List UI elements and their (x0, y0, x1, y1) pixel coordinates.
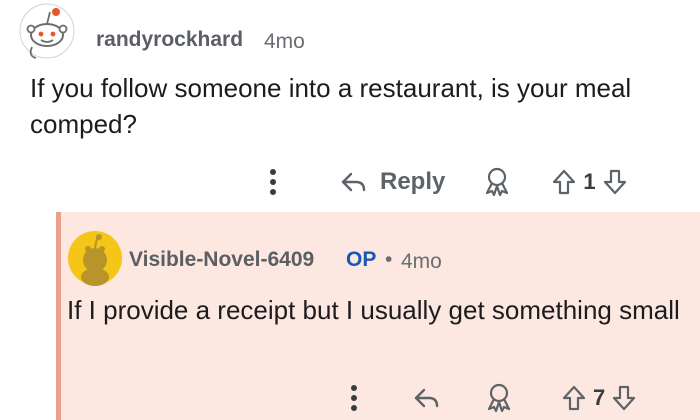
vote-score: 1 (583, 169, 596, 194)
comment-body: If I provide a receipt but I usually get… (67, 295, 680, 325)
comment-timestamp: 4mo (401, 250, 442, 273)
upvote-arrow-icon[interactable] (551, 168, 577, 196)
comment-body: If you follow someone into a restaurant,… (30, 73, 632, 139)
vote-controls: 7 (561, 384, 637, 412)
vote-score: 7 (593, 385, 606, 410)
comment-reply: Visible-Novel-6409 OP • 4mo If I provide… (56, 212, 700, 420)
comment-action-bar: Reply 1 (268, 160, 628, 204)
comment-timestamp: 4mo (264, 30, 305, 53)
more-options-icon[interactable] (349, 381, 359, 415)
comment-action-bar: 7 (349, 378, 637, 418)
award-icon[interactable] (483, 167, 511, 197)
comment-top: randyrockhard 4mo If you follow someone … (0, 0, 700, 212)
downvote-arrow-icon[interactable] (602, 168, 628, 196)
reply-arrow-icon (341, 172, 366, 192)
downvote-arrow-icon[interactable] (611, 384, 637, 412)
comment-author[interactable]: randyrockhard (96, 28, 243, 52)
comment-author[interactable]: Visible-Novel-6409 (129, 248, 314, 272)
upvote-arrow-icon[interactable] (561, 384, 587, 412)
more-options-icon[interactable] (268, 165, 278, 199)
snoo-avatar[interactable] (18, 2, 76, 60)
reply-arrow-icon[interactable] (413, 386, 441, 410)
op-badge: OP (346, 248, 377, 271)
award-icon[interactable] (485, 383, 513, 413)
reply-button[interactable]: Reply (340, 168, 445, 196)
meta-separator: • (385, 248, 393, 271)
vote-controls: 1 (551, 168, 627, 196)
reply-label: Reply (380, 168, 446, 195)
yellow-snoo-avatar[interactable] (67, 230, 123, 286)
